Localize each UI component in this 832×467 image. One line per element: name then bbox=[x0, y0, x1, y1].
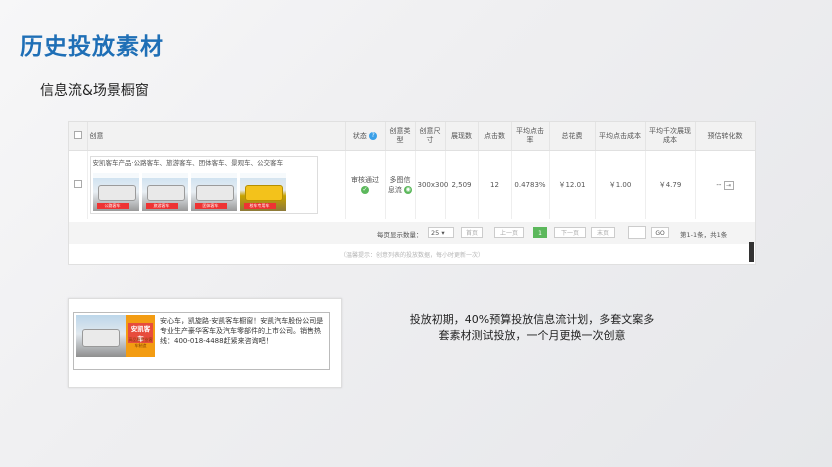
col-creative-type[interactable]: 创意类型 bbox=[385, 122, 416, 151]
creative-image-1: 公路客车 bbox=[92, 173, 139, 211]
export-icon[interactable]: ⇥ bbox=[723, 181, 734, 190]
type-cell: 多图信息流 ◉ bbox=[385, 150, 416, 219]
row-select-cell[interactable] bbox=[69, 150, 88, 219]
creative-report-panel: 创意 状态 ? 创意类型 创意尺寸 展现数 点击数 平均点击率 总花费 平均点击… bbox=[68, 121, 756, 265]
first-page-button[interactable]: 首页 bbox=[461, 227, 483, 238]
creative-image-2: 旅游客车 bbox=[141, 173, 188, 211]
status-text: 审核通过 bbox=[351, 176, 379, 184]
clicks-cell: 12 bbox=[478, 150, 512, 219]
col-impressions[interactable]: 展现数 bbox=[445, 122, 479, 151]
data-update-note: （温馨提示：创意列表的投放数据，每小时更新一次） bbox=[339, 252, 484, 259]
col-creative[interactable]: 创意 bbox=[87, 122, 346, 151]
select-all-cell[interactable] bbox=[69, 122, 88, 151]
page-size-select[interactable]: 25 ▾ bbox=[428, 227, 454, 238]
image-caption: 旅游客车 bbox=[145, 203, 178, 209]
strategy-description: 投放初期，40%预算投放信息流计划，多套文案多 套素材测试投放，一个月更换一次创… bbox=[380, 312, 684, 344]
check-icon: ✓ bbox=[361, 186, 369, 194]
cpc-cell: ￥1.00 bbox=[595, 150, 646, 219]
scrollbar-edge bbox=[749, 242, 754, 262]
cpm-cell: ￥4.79 bbox=[645, 150, 696, 219]
ad-logo-badge: 安凯客车 高品质专业客车制造 bbox=[126, 315, 155, 357]
last-page-button[interactable]: 末页 bbox=[591, 227, 615, 238]
page-title: 历史投放素材 bbox=[20, 34, 164, 60]
col-status-label: 状态 bbox=[352, 131, 367, 140]
page-jump-input[interactable] bbox=[628, 226, 646, 239]
ad-preview-card: 安凯客车 高品质专业客车制造 安心车，凯旋路·安凯客车橱窗！安凯汽车股份公司是专… bbox=[68, 298, 342, 388]
creative-image-3: 团体客车 bbox=[190, 173, 237, 211]
col-status[interactable]: 状态 ? bbox=[345, 122, 386, 151]
image-caption: 公路客车 bbox=[96, 203, 129, 209]
col-conversions[interactable]: 预估转化数 bbox=[695, 122, 755, 151]
description-line-1: 投放初期，40%预算投放信息流计划，多套文案多 bbox=[409, 313, 655, 326]
creative-image-4: 校车专用车 bbox=[239, 173, 286, 211]
next-page-button[interactable]: 下一页 bbox=[554, 227, 586, 238]
conversions-cell: -- ⇥ bbox=[695, 150, 755, 219]
chevron-down-icon: ▾ bbox=[441, 229, 445, 237]
col-total-cost[interactable]: 总花费 bbox=[549, 122, 596, 151]
creative-title: 安凯客车产品·公路客车、旅游客车、团体客车、景观车、公交客车 bbox=[92, 159, 284, 167]
cost-cell: ￥12.01 bbox=[549, 150, 596, 219]
col-avg-ctr[interactable]: 平均点击率 bbox=[511, 122, 550, 151]
table-row: 安凯客车产品·公路客车、旅游客车、团体客车、景观车、公交客车 公路客车 旅游客车… bbox=[69, 150, 755, 219]
go-button[interactable]: GO bbox=[651, 227, 669, 238]
image-caption: 校车专用车 bbox=[243, 203, 276, 209]
size-cell: 300x300 bbox=[415, 150, 448, 219]
ad-bus-image bbox=[76, 315, 126, 357]
page-1-button[interactable]: 1 bbox=[533, 227, 547, 238]
impressions-cell: 2,509 bbox=[445, 150, 479, 219]
col-creative-size[interactable]: 创意尺寸 bbox=[415, 122, 446, 151]
help-icon[interactable]: ? bbox=[369, 131, 378, 140]
pagination-bar: 每页显示数量： 25 ▾ 首页 上一页 1 下一页 末页 GO 第1-1条，共1… bbox=[69, 222, 755, 244]
creative-table: 创意 状态 ? 创意类型 创意尺寸 展现数 点击数 平均点击率 总花费 平均点击… bbox=[69, 122, 755, 219]
col-avg-cpc[interactable]: 平均点击成本 bbox=[595, 122, 646, 151]
creative-cell: 安凯客车产品·公路客车、旅游客车、团体客车、景观车、公交客车 公路客车 旅游客车… bbox=[87, 150, 346, 219]
prev-page-button[interactable]: 上一页 bbox=[494, 227, 524, 238]
row-checkbox[interactable] bbox=[73, 179, 82, 188]
page-size-value: 25 bbox=[431, 229, 440, 237]
ad-copy-text: 安心车，凯旋路·安凯客车橱窗！安凯汽车股份公司是专业生产豪华客车及汽车零部件的上… bbox=[160, 317, 324, 345]
pagination-summary: 第1-1条，共1条 bbox=[680, 231, 728, 239]
description-line-2: 套素材测试投放，一个月更换一次创意 bbox=[438, 329, 626, 342]
page-size-label: 每页显示数量： bbox=[377, 231, 423, 239]
creative-thumbnail-group[interactable]: 安凯客车产品·公路客车、旅游客车、团体客车、景观车、公交客车 公路客车 旅游客车… bbox=[89, 156, 318, 214]
image-caption: 团体客车 bbox=[194, 203, 227, 209]
ctr-cell: 0.4783% bbox=[511, 150, 550, 219]
page-subtitle: 信息流&场景橱窗 bbox=[40, 83, 149, 99]
ad-preview-banner[interactable]: 安凯客车 高品质专业客车制造 安心车，凯旋路·安凯客车橱窗！安凯汽车股份公司是专… bbox=[73, 312, 330, 370]
col-clicks[interactable]: 点击数 bbox=[478, 122, 512, 151]
table-header-row: 创意 状态 ? 创意类型 创意尺寸 展现数 点击数 平均点击率 总花费 平均点击… bbox=[69, 122, 755, 151]
status-cell: 审核通过 ✓ bbox=[345, 150, 386, 219]
ad-badge-slogan: 高品质专业客车制造 bbox=[128, 337, 153, 348]
conversions-text: -- bbox=[716, 181, 722, 189]
select-all-checkbox[interactable] bbox=[73, 130, 82, 139]
preview-icon[interactable]: ◉ bbox=[404, 186, 413, 194]
col-avg-cpm[interactable]: 平均千次展现成本 bbox=[645, 122, 696, 151]
